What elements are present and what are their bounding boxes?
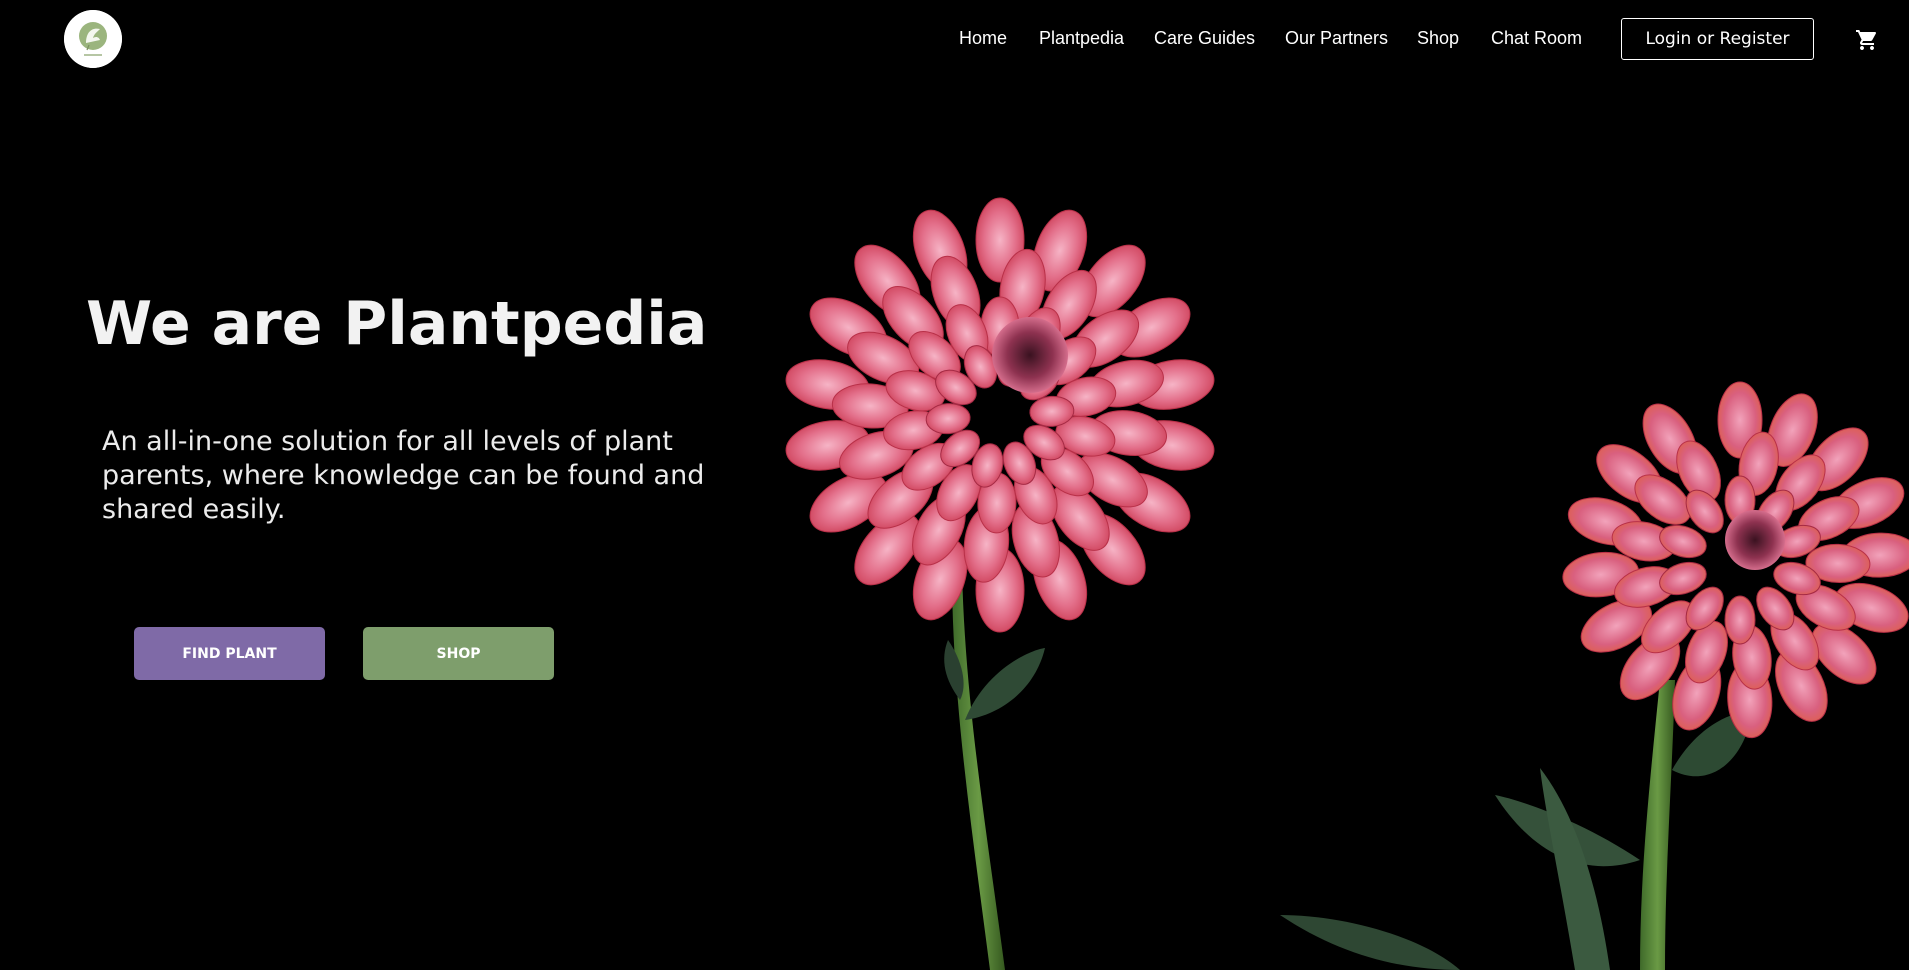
page: Home Plantpedia Care Guides Our Partners… <box>0 0 1909 970</box>
site-header: Home Plantpedia Care Guides Our Partners… <box>0 0 1909 80</box>
find-plant-button[interactable]: FIND PLANT <box>134 627 325 680</box>
login-register-button[interactable]: Login or Register <box>1621 18 1814 60</box>
plantpedia-logo-icon[interactable] <box>64 10 122 68</box>
nav-item-care-guides[interactable]: Care Guides <box>1154 28 1255 49</box>
nav-item-chat-room[interactable]: Chat Room <box>1491 28 1582 49</box>
nav-item-our-partners[interactable]: Our Partners <box>1285 28 1388 49</box>
hero-subtitle: An all-in-one solution for all levels of… <box>102 426 705 525</box>
nav-item-plantpedia[interactable]: Plantpedia <box>1039 28 1124 49</box>
hero-title: We are Plantpedia <box>86 289 708 359</box>
cart-icon[interactable] <box>1855 28 1879 52</box>
shop-button[interactable]: SHOP <box>363 627 554 680</box>
nav-item-home[interactable]: Home <box>959 28 1007 49</box>
nav-item-shop[interactable]: Shop <box>1417 28 1459 49</box>
